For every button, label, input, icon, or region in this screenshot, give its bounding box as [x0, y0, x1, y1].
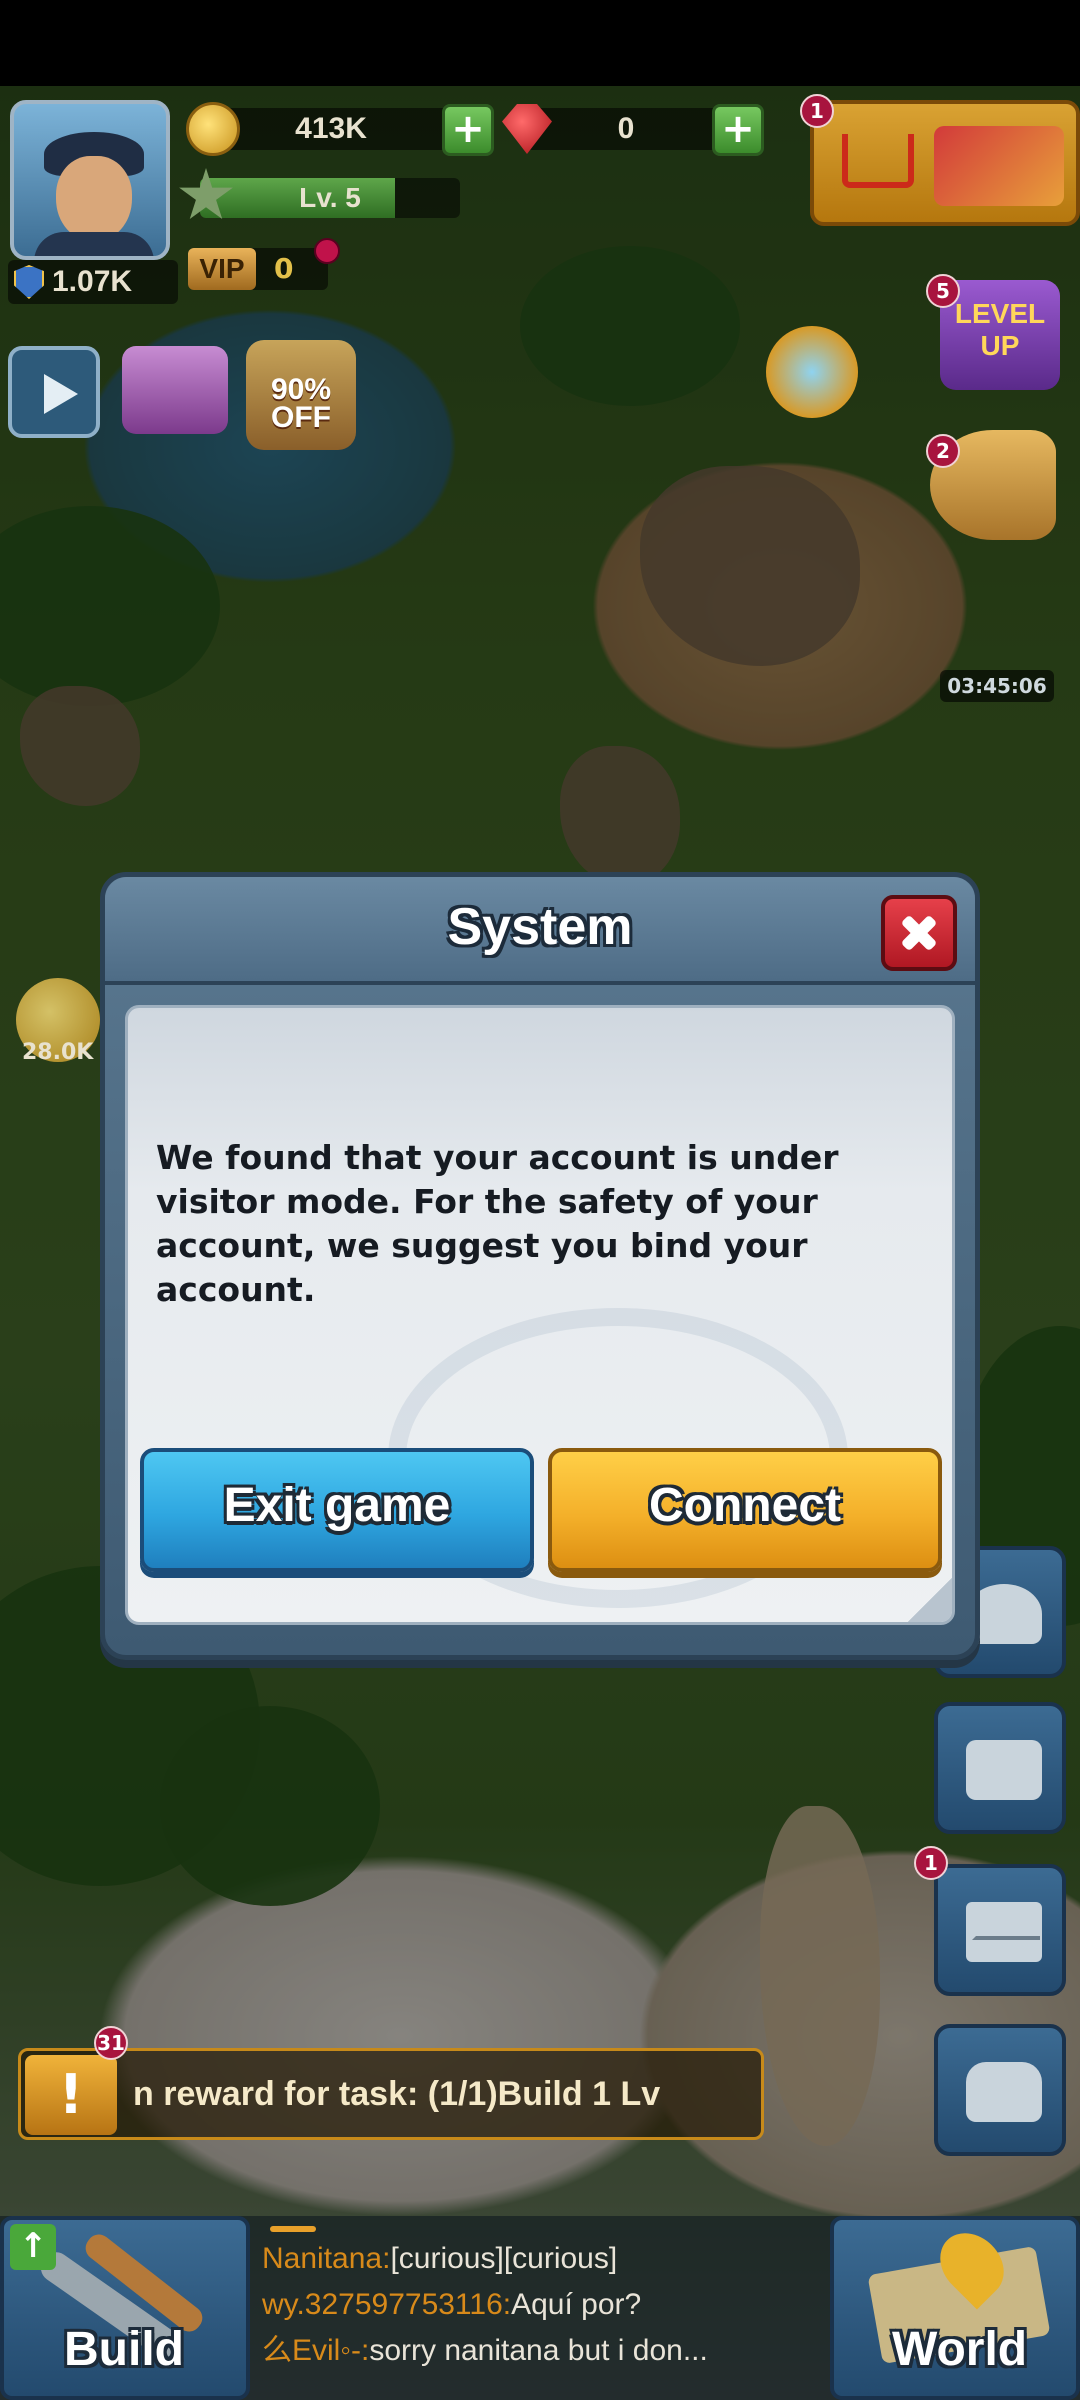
power-value: 1.07K — [52, 265, 133, 298]
chat-sender: 么Evil◦-: — [262, 2334, 370, 2367]
chat-indicator — [270, 2226, 316, 2232]
shop-badge: 1 — [800, 94, 834, 128]
discount-offer-button[interactable]: 90% OFF — [246, 340, 356, 450]
chat-panel[interactable]: Nanitana:[curious][curious] wy.327597753… — [262, 2236, 822, 2374]
dialog-body: We found that your account is under visi… — [125, 1005, 955, 1625]
power-indicator: 1.07K — [8, 260, 178, 304]
backpack-button[interactable] — [934, 2024, 1066, 2156]
add-coins-button[interactable]: + — [442, 104, 494, 156]
upgrade-arrow-icon: ↑ — [10, 2224, 56, 2270]
task-banner[interactable]: ! n reward for task: (1/1)Build 1 Lv — [18, 2048, 764, 2140]
level-bar: Lv. 5 — [200, 178, 460, 218]
task-badge: 31 — [94, 2026, 128, 2060]
level-up-label: LEVEL UP — [954, 298, 1046, 361]
coin-counter: 413K — [206, 108, 456, 150]
backpack-icon — [966, 2062, 1042, 2122]
build-label: Build — [64, 2323, 184, 2376]
alliance-button[interactable] — [934, 1702, 1066, 1834]
level-up-badge: 5 — [926, 274, 960, 308]
chat-text: [curious][curious] — [390, 2242, 618, 2275]
close-button[interactable] — [881, 895, 957, 971]
shield-icon — [14, 265, 44, 299]
gem-counter: 0 — [526, 108, 726, 150]
player-avatar[interactable] — [10, 100, 170, 260]
chat-sender: wy.327597753116: — [262, 2288, 512, 2321]
video-reward-button[interactable] — [8, 346, 100, 438]
coin-icon — [186, 102, 240, 156]
page-curl-decoration — [908, 1578, 952, 1622]
dialog-title: System — [447, 898, 633, 956]
mail-icon — [966, 1902, 1042, 1962]
connect-button[interactable]: Connect — [548, 1448, 942, 1572]
dialog-message: We found that your account is under visi… — [156, 1138, 839, 1309]
connect-label: Connect — [649, 1479, 841, 1532]
status-bar — [0, 0, 1080, 86]
gift-offer-button[interactable] — [122, 346, 228, 434]
vip-badge: VIP — [188, 248, 256, 290]
exclamation-icon: ! — [25, 2055, 117, 2135]
vip-notification-dot — [314, 238, 340, 264]
task-text: n reward for task: (1/1)Build 1 Lv — [133, 2075, 661, 2113]
cart-icon — [842, 134, 914, 188]
gift-icon — [934, 126, 1064, 206]
gem-value: 0 — [617, 112, 635, 145]
level-text: Lv. 5 — [299, 182, 361, 213]
shop-button[interactable] — [810, 100, 1080, 226]
research-flask-icon[interactable] — [766, 326, 858, 418]
event-timer: 03:45:06 — [940, 670, 1054, 702]
megaphone-badge: 2 — [926, 434, 960, 468]
mail-badge: 1 — [914, 1846, 948, 1880]
coin-pile-amount: 28.0K — [22, 1040, 94, 1065]
add-gems-button[interactable]: + — [712, 104, 764, 156]
chat-message: wy.327597753116:Aquí por? — [262, 2282, 822, 2328]
coin-value: 413K — [295, 112, 367, 145]
handshake-icon — [966, 1740, 1042, 1800]
vip-indicator[interactable]: VIP 0 — [188, 248, 328, 290]
chat-message: Nanitana:[curious][curious] — [262, 2236, 822, 2282]
dialog-header: System — [105, 877, 975, 985]
discount-label: 90% OFF — [270, 373, 332, 434]
chat-sender: Nanitana: — [262, 2242, 391, 2275]
mail-button[interactable] — [934, 1864, 1066, 1996]
exit-game-button[interactable]: Exit game — [140, 1448, 534, 1572]
chat-text: sorry nanitana but i don... — [369, 2334, 708, 2367]
world-label: World — [892, 2323, 1028, 2376]
vip-value: 0 — [274, 252, 294, 285]
chat-message: 么Evil◦-:sorry nanitana but i don... — [262, 2328, 822, 2374]
exit-game-label: Exit game — [223, 1479, 451, 1532]
chat-text: Aquí por? — [511, 2288, 642, 2321]
system-dialog: System We found that your account is und… — [100, 872, 980, 1660]
